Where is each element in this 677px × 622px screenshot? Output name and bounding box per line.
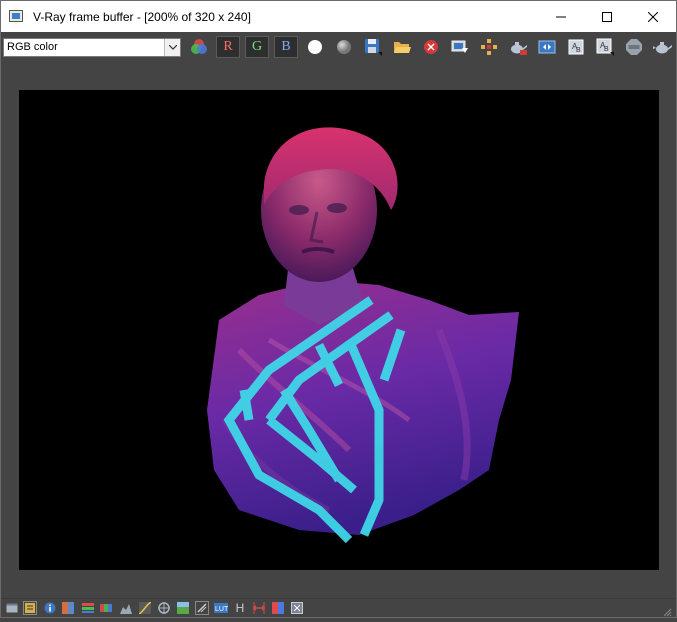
chevron-down-icon: [164, 39, 180, 56]
close-button[interactable]: [630, 1, 676, 32]
ab-compare-icon: A B: [568, 39, 584, 55]
srgb-icon: [291, 602, 303, 614]
background-image-button[interactable]: [176, 601, 190, 615]
curves-button[interactable]: [138, 601, 152, 615]
rendered-image[interactable]: [19, 90, 659, 570]
lens-effects-icon: [158, 602, 170, 614]
bottom-toolbar: LUT H: [1, 598, 676, 617]
svg-text:B: B: [576, 47, 581, 54]
exposure-icon: [62, 602, 74, 614]
minimize-icon: [556, 16, 566, 17]
render-button[interactable]: [651, 36, 675, 58]
hsl-button[interactable]: [81, 601, 95, 615]
ocio-button[interactable]: [271, 601, 285, 615]
exposure-button[interactable]: [61, 601, 75, 615]
teapot-region-icon: [511, 42, 527, 55]
color-balance-button[interactable]: [99, 601, 113, 615]
ocio-icon: [272, 602, 284, 614]
render-viewport[interactable]: [1, 62, 676, 597]
folder-open-icon: [394, 42, 411, 53]
close-icon: [648, 11, 658, 22]
main-toolbar: RGB color R G B A B A B: [1, 32, 676, 62]
minimize-button[interactable]: [538, 1, 584, 32]
ab-history-button[interactable]: A B: [593, 36, 617, 58]
vray-frame-buffer-window: V-Ray frame buffer - [200% of 320 x 240]…: [0, 0, 677, 618]
lens-effects-button[interactable]: [157, 601, 171, 615]
title-bar[interactable]: V-Ray frame buffer - [200% of 320 x 240]: [1, 1, 676, 32]
track-mouse-icon: [481, 39, 497, 55]
levels-icon: [120, 604, 132, 614]
maximize-button[interactable]: [584, 1, 630, 32]
load-image-button[interactable]: [390, 36, 414, 58]
monochrome-button[interactable]: [332, 36, 356, 58]
color-balance-icon: [100, 604, 112, 612]
layers-icon: [25, 603, 35, 613]
white-circle-icon: [308, 40, 322, 54]
teapot-icon: [653, 42, 672, 54]
lut-icon: LUT: [214, 603, 228, 613]
pixel-aspect-icon: [253, 602, 265, 614]
link-to-vfb-button[interactable]: [535, 36, 559, 58]
window-controls: [538, 1, 676, 32]
channel-g-toggle[interactable]: G: [245, 36, 269, 58]
levels-button[interactable]: [119, 601, 133, 615]
svg-text:B: B: [604, 46, 609, 53]
srgb-button[interactable]: [290, 601, 304, 615]
info-icon: [44, 602, 56, 614]
render-region-button[interactable]: [506, 36, 530, 58]
resize-grip-icon[interactable]: [662, 604, 672, 617]
lut-button[interactable]: LUT: [214, 601, 228, 615]
channel-select-value: RGB color: [7, 41, 58, 53]
clear-image-button[interactable]: [419, 36, 443, 58]
ab-history-icon: A B: [596, 38, 614, 56]
ab-compare-button[interactable]: A B: [564, 36, 588, 58]
history-icon: [6, 603, 18, 613]
window-title: V-Ray frame buffer - [200% of 320 x 240]: [33, 9, 251, 24]
info-button[interactable]: [43, 601, 57, 615]
show-history-button[interactable]: [5, 601, 19, 615]
duplicate-icon: [451, 40, 468, 53]
background-image-icon: [177, 602, 189, 614]
channel-b-toggle[interactable]: B: [274, 36, 298, 58]
vertical-lines-button[interactable]: [195, 601, 209, 615]
svg-text:LUT: LUT: [215, 606, 228, 613]
channel-select[interactable]: RGB color: [3, 38, 181, 57]
clear-icon: [424, 40, 438, 54]
channel-r-toggle[interactable]: R: [216, 36, 240, 58]
curves-icon: [139, 602, 151, 614]
stop-icon: [626, 39, 642, 55]
gray-circle-icon: [337, 40, 351, 54]
duplicate-to-max-fb-button[interactable]: [448, 36, 472, 58]
rgb-circles-icon: [191, 39, 207, 54]
color-corrections-button[interactable]: [187, 36, 211, 58]
bust-render-image: [207, 127, 519, 544]
save-image-button[interactable]: [361, 36, 385, 58]
hsl-icon: [82, 603, 94, 613]
stop-render-button[interactable]: [622, 36, 646, 58]
maximize-icon: [602, 11, 612, 22]
stamp-icon: [197, 603, 207, 613]
save-icon: [365, 39, 382, 56]
pixel-aspect-button[interactable]: [252, 601, 266, 615]
show-layers-button[interactable]: [23, 601, 37, 615]
link-icon: [538, 40, 556, 54]
view-alpha-button[interactable]: [303, 36, 327, 58]
track-mouse-button[interactable]: [477, 36, 501, 58]
hdr-button[interactable]: H: [233, 601, 247, 615]
app-icon: [9, 9, 25, 25]
